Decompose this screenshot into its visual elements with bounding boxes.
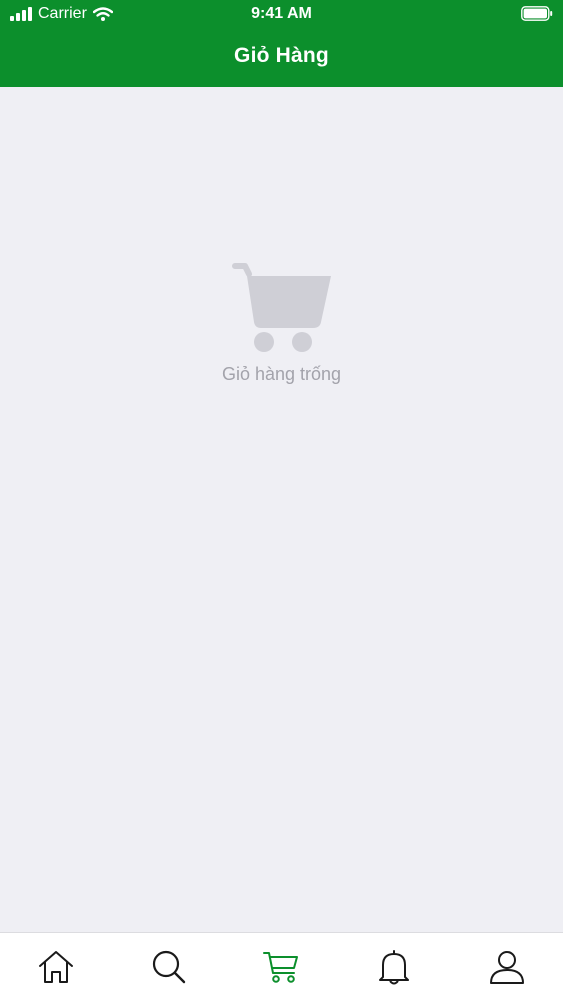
tab-profile[interactable] (472, 937, 542, 997)
cart-icon (263, 951, 299, 983)
tab-search[interactable] (134, 937, 204, 997)
status-right (521, 6, 553, 26)
tab-home[interactable] (21, 937, 91, 997)
bell-icon (379, 949, 410, 984)
search-icon (152, 950, 186, 983)
status-bar: Carrier 9:41 AM (0, 0, 563, 30)
empty-cart-message: Giỏ hàng trống (221, 364, 342, 384)
tab-notifications[interactable] (359, 937, 429, 997)
user-icon (489, 950, 524, 984)
battery-icon (521, 6, 553, 21)
page-title: Giỏ Hàng (234, 44, 329, 67)
tab-cart[interactable] (246, 937, 316, 997)
status-time: 9:41 AM (251, 5, 312, 22)
empty-cart-state: Giỏ hàng trống (0, 258, 563, 385)
tab-bar (0, 932, 563, 1000)
cart-icon (231, 263, 331, 352)
header: Carrier 9:41 AM Giỏ Hàng (0, 0, 563, 87)
home-icon (39, 950, 74, 983)
